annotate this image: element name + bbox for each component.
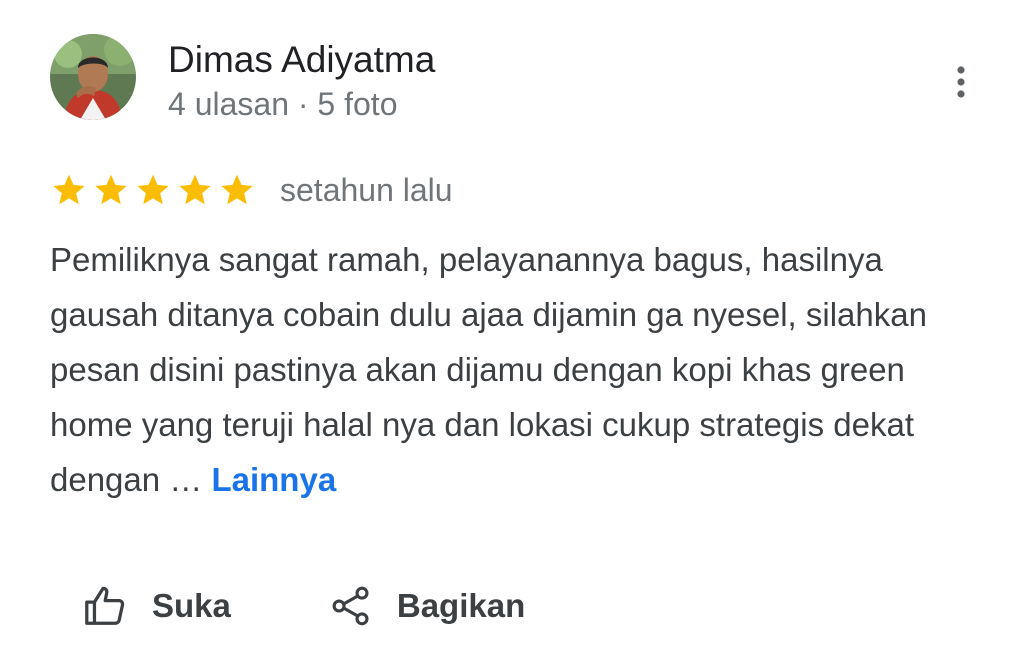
more-link[interactable]: Lainnya	[211, 461, 336, 498]
review-body: Pemiliknya sangat ramah, pelayanannya ba…	[50, 241, 927, 498]
share-label: Bagikan	[396, 587, 526, 624]
like-button[interactable]: Suka	[82, 583, 231, 629]
star-icon	[179, 174, 211, 205]
star-icon	[53, 174, 85, 205]
star-icon	[137, 174, 169, 205]
share-icon	[332, 586, 369, 626]
review-date: setahun lalu	[280, 172, 453, 208]
review-actions: Suka Bagikan	[82, 582, 525, 630]
thumb-up-icon	[85, 586, 125, 625]
star-icon	[221, 174, 253, 205]
more-vert-icon	[957, 66, 965, 98]
share-button[interactable]: Bagikan	[329, 584, 525, 628]
author-meta: 4 ulasan · 5 foto	[168, 86, 398, 122]
author-name[interactable]: Dimas Adiyatma	[168, 38, 435, 82]
like-label: Suka	[152, 587, 231, 624]
profile-photo	[50, 34, 136, 120]
rating-row: setahun lalu	[50, 170, 453, 210]
more-options-button[interactable]	[938, 60, 984, 106]
star-rating	[50, 172, 260, 208]
author-avatar[interactable]	[50, 34, 136, 120]
review-text: Pemiliknya sangat ramah, pelayanannya ba…	[50, 232, 980, 507]
star-icon	[95, 174, 127, 205]
